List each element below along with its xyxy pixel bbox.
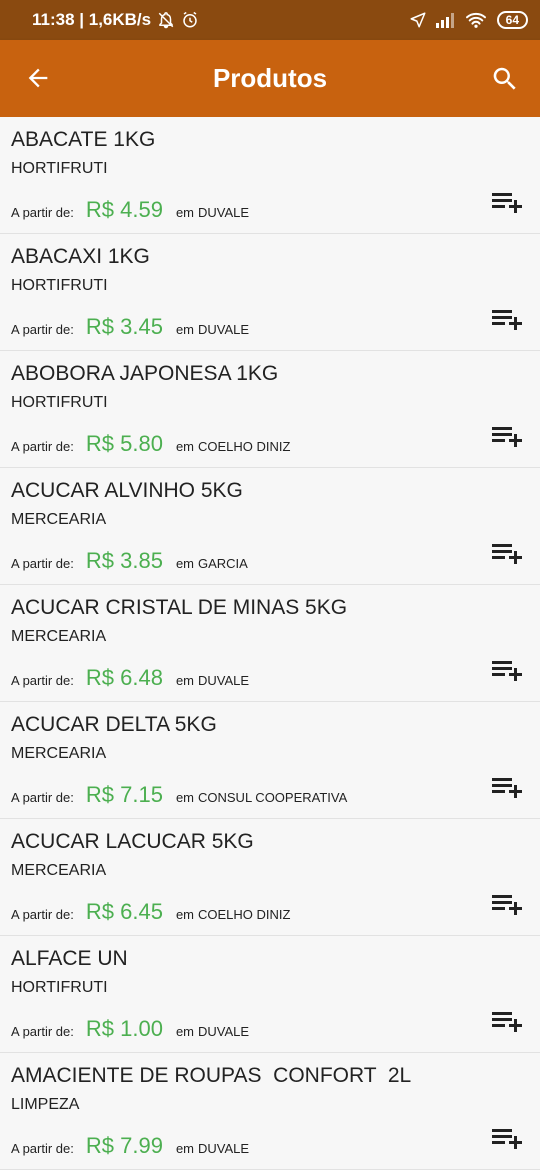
location-icon [409, 11, 427, 29]
product-category: MERCEARIA [11, 511, 107, 528]
price-prefix: A partir de: [11, 907, 74, 922]
product-name: ALFACE UN [11, 947, 128, 970]
product-list-item[interactable]: ACUCAR CRISTAL DE MINAS 5KG MERCEARIA A … [0, 585, 540, 702]
product-category: LIMPEZA [11, 1096, 80, 1113]
price-prefix: A partir de: [11, 205, 74, 220]
product-list-item[interactable]: ABOBORA JAPONESA 1KG HORTIFRUTI A partir… [0, 351, 540, 468]
product-price: R$ 1.00 [85, 1016, 163, 1041]
product-name: AMACIENTE DE ROUPAS CONFORT 2L [11, 1064, 412, 1087]
price-prefix: A partir de: [11, 1024, 74, 1039]
playlist-add-icon[interactable] [490, 308, 524, 332]
playlist-add-icon[interactable] [490, 1127, 524, 1151]
store-prefix: em [175, 205, 194, 220]
store-prefix: em [175, 1141, 194, 1156]
price-row: A partir de: R$ 4.59 em DUVALE [11, 197, 249, 223]
product-price: R$ 7.99 [85, 1133, 163, 1158]
product-name: ACUCAR ALVINHO 5KG [11, 479, 243, 502]
product-name: ABACATE 1KG [11, 128, 156, 151]
product-price: R$ 3.45 [85, 314, 163, 339]
product-category: MERCEARIA [11, 862, 107, 879]
alarm-icon [181, 11, 199, 29]
notifications-off-icon [157, 11, 175, 29]
playlist-add-icon[interactable] [490, 191, 524, 215]
playlist-add-icon[interactable] [490, 893, 524, 917]
product-list-item[interactable]: ACUCAR LACUCAR 5KG MERCEARIA A partir de… [0, 819, 540, 936]
store-prefix: em [175, 673, 194, 688]
price-row: A partir de: R$ 1.00 em DUVALE [11, 1016, 249, 1042]
playlist-add-icon[interactable] [490, 659, 524, 683]
app-bar: Produtos [0, 40, 540, 117]
price-prefix: A partir de: [11, 790, 74, 805]
playlist-add-icon[interactable] [490, 542, 524, 566]
battery-indicator: 64 [496, 11, 528, 29]
product-list-item[interactable]: ACUCAR ALVINHO 5KG MERCEARIA A partir de… [0, 468, 540, 585]
price-prefix: A partir de: [11, 322, 74, 337]
price-row: A partir de: R$ 7.99 em DUVALE [11, 1133, 249, 1159]
search-icon[interactable] [490, 64, 520, 94]
product-price: R$ 6.45 [85, 899, 163, 924]
status-bar: 11:38 | 1,6KB/s 64 [0, 0, 540, 40]
product-list: ABACATE 1KG HORTIFRUTI A partir de: R$ 4… [0, 117, 540, 1170]
status-time-speed: 11:38 | 1,6KB/s [32, 10, 152, 29]
product-category: HORTIFRUTI [11, 160, 108, 177]
price-row: A partir de: R$ 7.15 em CONSUL COOPERATI… [11, 782, 347, 808]
product-list-item[interactable]: AMACIENTE DE ROUPAS CONFORT 2L LIMPEZA A… [0, 1053, 540, 1170]
store-prefix: em [175, 1024, 194, 1039]
product-category: MERCEARIA [11, 628, 107, 645]
product-list-item[interactable]: ABACAXI 1KG HORTIFRUTI A partir de: R$ 3… [0, 234, 540, 351]
product-price: R$ 7.15 [85, 782, 163, 807]
product-name: ACUCAR LACUCAR 5KG [11, 830, 254, 853]
product-name: ACUCAR CRISTAL DE MINAS 5KG [11, 596, 348, 619]
price-row: A partir de: R$ 6.45 em COELHO DINIZ [11, 899, 290, 925]
store-name: DUVALE [198, 1024, 250, 1039]
price-row: A partir de: R$ 5.80 em COELHO DINIZ [11, 431, 290, 457]
store-prefix: em [175, 907, 194, 922]
product-category: HORTIFRUTI [11, 394, 108, 411]
product-name: ABOBORA JAPONESA 1KG [11, 362, 279, 385]
store-prefix: em [175, 439, 194, 454]
price-prefix: A partir de: [11, 439, 74, 454]
product-price: R$ 6.48 [85, 665, 163, 690]
product-price: R$ 4.59 [85, 197, 163, 222]
product-category: HORTIFRUTI [11, 979, 108, 996]
store-name: DUVALE [198, 1141, 250, 1156]
price-prefix: A partir de: [11, 556, 74, 571]
store-prefix: em [175, 556, 194, 571]
wifi-icon [465, 11, 487, 29]
store-prefix: em [175, 790, 194, 805]
store-name: COELHO DINIZ [198, 907, 291, 922]
price-row: A partir de: R$ 3.85 em GARCIA [11, 548, 248, 574]
product-name: ABACAXI 1KG [11, 245, 150, 268]
product-price: R$ 5.80 [85, 431, 163, 456]
price-prefix: A partir de: [11, 673, 74, 688]
product-name: ACUCAR DELTA 5KG [11, 713, 217, 736]
price-row: A partir de: R$ 3.45 em DUVALE [11, 314, 249, 340]
product-list-item[interactable]: ABACATE 1KG HORTIFRUTI A partir de: R$ 4… [0, 117, 540, 234]
price-prefix: A partir de: [11, 1141, 74, 1156]
page-title: Produtos [212, 63, 328, 93]
store-name: DUVALE [198, 673, 250, 688]
store-prefix: em [175, 322, 194, 337]
signal-icon [435, 12, 457, 28]
playlist-add-icon[interactable] [490, 776, 524, 800]
product-category: HORTIFRUTI [11, 277, 108, 294]
store-name: COELHO DINIZ [198, 439, 291, 454]
store-name: GARCIA [198, 556, 248, 571]
playlist-add-icon[interactable] [490, 425, 524, 449]
playlist-add-icon[interactable] [490, 1010, 524, 1034]
product-price: R$ 3.85 [85, 548, 163, 573]
product-category: MERCEARIA [11, 745, 107, 762]
store-name: DUVALE [198, 205, 250, 220]
product-list-item[interactable]: ACUCAR DELTA 5KG MERCEARIA A partir de: … [0, 702, 540, 819]
product-list-item[interactable]: ALFACE UN HORTIFRUTI A partir de: R$ 1.0… [0, 936, 540, 1053]
arrow-back-icon[interactable] [24, 64, 52, 92]
store-name: DUVALE [198, 322, 250, 337]
store-name: CONSUL COOPERATIVA [198, 790, 348, 805]
price-row: A partir de: R$ 6.48 em DUVALE [11, 665, 249, 691]
